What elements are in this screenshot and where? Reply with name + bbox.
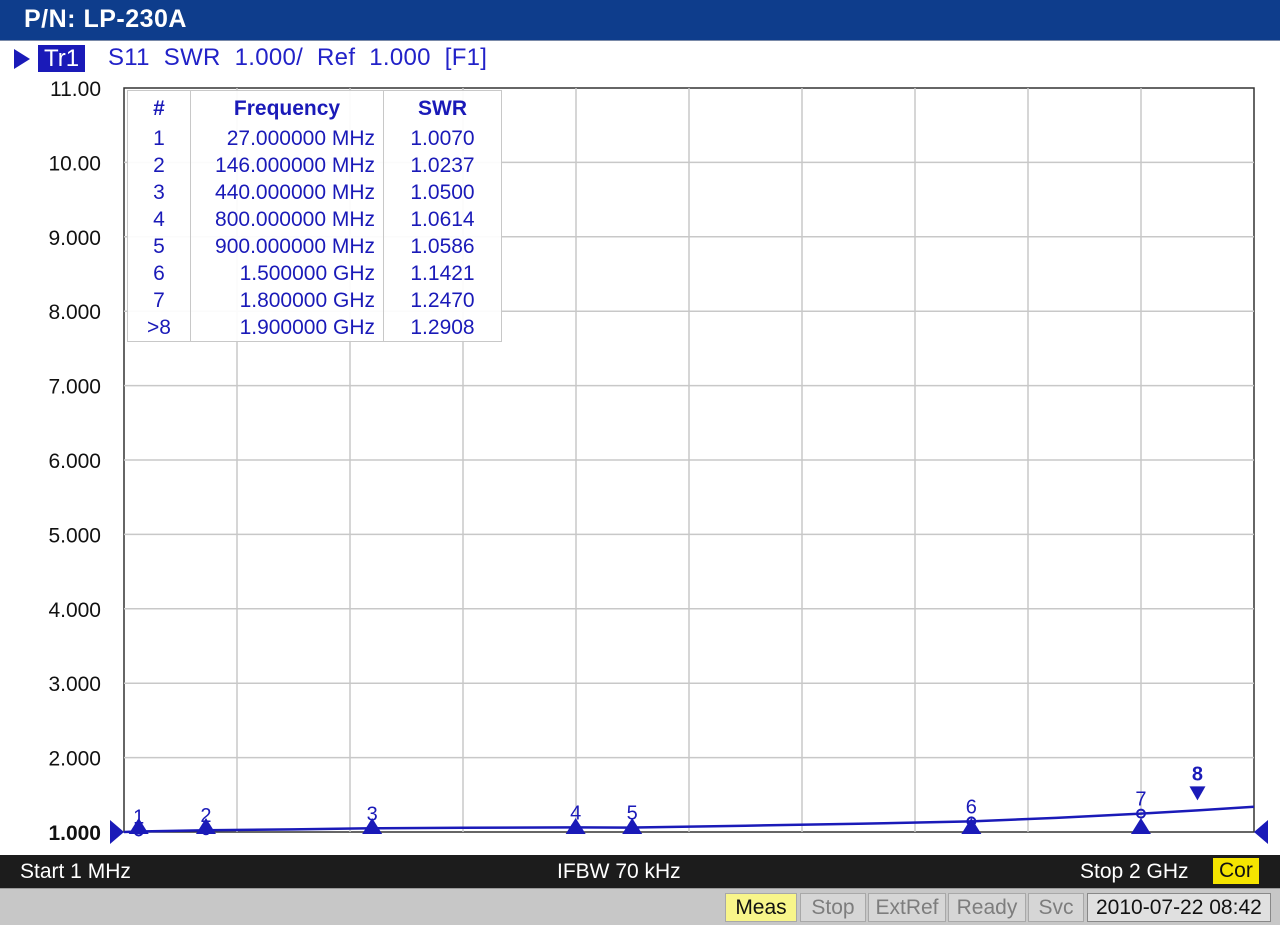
- svc-indicator[interactable]: Svc: [1028, 893, 1084, 922]
- marker-table-header: # Frequency SWR: [128, 91, 502, 126]
- marker-swr: 1.0586: [384, 233, 502, 260]
- trace-status-line: Tr1 S11 SWR 1.000/ Ref 1.000 [F1]: [0, 40, 1280, 80]
- instrument-status-bar: Meas Stop ExtRef Ready Svc 2010-07-22 08…: [0, 888, 1280, 925]
- if-bandwidth[interactable]: IFBW 70 kHz: [557, 860, 681, 884]
- marker-frequency: 440.000000 MHz: [191, 179, 384, 206]
- marker-col-swr: SWR: [384, 91, 502, 126]
- marker-table-row[interactable]: 71.800000 GHz1.2470: [128, 287, 502, 314]
- marker-swr: 1.0070: [384, 125, 502, 152]
- marker-label: 1: [133, 806, 144, 828]
- trace-badge[interactable]: Tr1: [38, 45, 85, 72]
- y-tick-label: 4.000: [48, 599, 101, 622]
- y-tick-labels: 11.00 10.00 9.000 8.000 7.000 6.000 5.000 4.000…: [48, 80, 101, 845]
- y-tick-label: 6.000: [48, 450, 101, 473]
- y-tick-label: 5.000: [48, 524, 101, 547]
- marker-table-row[interactable]: 2146.000000 MHz1.0237: [128, 152, 502, 179]
- marker-swr: 1.2908: [384, 314, 502, 342]
- marker-number: 1: [128, 125, 191, 152]
- marker-table-row[interactable]: 4800.000000 MHz1.0614: [128, 206, 502, 233]
- title-bar: P/N: LP-230A: [0, 0, 1280, 41]
- active-trace-arrow-icon: [14, 49, 30, 69]
- marker-table-row[interactable]: >81.900000 GHz1.2908: [128, 314, 502, 342]
- y-tick-label: 11.00: [50, 80, 101, 101]
- stop-indicator[interactable]: Stop: [800, 893, 866, 922]
- marker-frequency: 1.900000 GHz: [191, 314, 384, 342]
- marker-label: 3: [367, 803, 378, 825]
- reference-level-left-arrow: [110, 820, 124, 844]
- marker-table-row[interactable]: 3440.000000 MHz1.0500: [128, 179, 502, 206]
- marker-label: 6: [966, 796, 977, 818]
- stop-frequency[interactable]: Stop 2 GHz: [1080, 860, 1189, 884]
- y-tick-label: 1.000: [48, 822, 101, 845]
- marker-swr: 1.0614: [384, 206, 502, 233]
- marker-label: 5: [627, 803, 638, 825]
- marker-number: 4: [128, 206, 191, 233]
- marker-table-row[interactable]: 5900.000000 MHz1.0586: [128, 233, 502, 260]
- ready-indicator[interactable]: Ready: [948, 893, 1026, 922]
- window-title: P/N: LP-230A: [24, 5, 187, 34]
- marker-frequency: 1.800000 GHz: [191, 287, 384, 314]
- extref-indicator[interactable]: ExtRef: [868, 893, 946, 922]
- marker-number: 3: [128, 179, 191, 206]
- marker-label: 7: [1135, 789, 1146, 811]
- marker-number: 5: [128, 233, 191, 260]
- date-time: 2010-07-22 08:42: [1087, 893, 1271, 922]
- trace-description[interactable]: S11 SWR 1.000/ Ref 1.000 [F1]: [108, 44, 487, 72]
- marker-swr: 1.1421: [384, 260, 502, 287]
- meas-indicator[interactable]: Meas: [725, 893, 797, 922]
- marker-table-row[interactable]: 61.500000 GHz1.1421: [128, 260, 502, 287]
- marker-frequency: 900.000000 MHz: [191, 233, 384, 260]
- marker-number: 6: [128, 260, 191, 287]
- marker-frequency: 1.500000 GHz: [191, 260, 384, 287]
- marker-table-row[interactable]: 127.000000 MHz1.0070: [128, 125, 502, 152]
- marker-number: 7: [128, 287, 191, 314]
- marker-col-id: #: [128, 91, 191, 126]
- marker-table: # Frequency SWR 127.000000 MHz1.00702146…: [127, 90, 502, 342]
- marker-label: 2: [200, 805, 211, 827]
- reference-level-right-arrow: [1254, 820, 1268, 844]
- channel-status-bar: Start 1 MHz IFBW 70 kHz Stop 2 GHz Cor: [0, 855, 1280, 888]
- y-tick-label: 2.000: [48, 748, 101, 771]
- marker-frequency: 800.000000 MHz: [191, 206, 384, 233]
- marker-label: 8: [1192, 763, 1203, 785]
- marker-label: 4: [570, 802, 581, 824]
- y-tick-label: 7.000: [48, 376, 101, 399]
- correction-badge: Cor: [1213, 858, 1259, 884]
- y-tick-label: 8.000: [48, 301, 101, 324]
- marker-swr: 1.0500: [384, 179, 502, 206]
- y-tick-label: 10.00: [48, 152, 101, 175]
- marker-swr: 1.2470: [384, 287, 502, 314]
- marker-frequency: 146.000000 MHz: [191, 152, 384, 179]
- marker-number: >8: [128, 314, 191, 342]
- y-tick-label: 9.000: [48, 227, 101, 250]
- marker-swr: 1.0237: [384, 152, 502, 179]
- marker-number: 2: [128, 152, 191, 179]
- marker-frequency: 27.000000 MHz: [191, 125, 384, 152]
- marker-col-frequency: Frequency: [191, 91, 384, 126]
- start-frequency[interactable]: Start 1 MHz: [20, 860, 131, 884]
- y-tick-label: 3.000: [48, 673, 101, 696]
